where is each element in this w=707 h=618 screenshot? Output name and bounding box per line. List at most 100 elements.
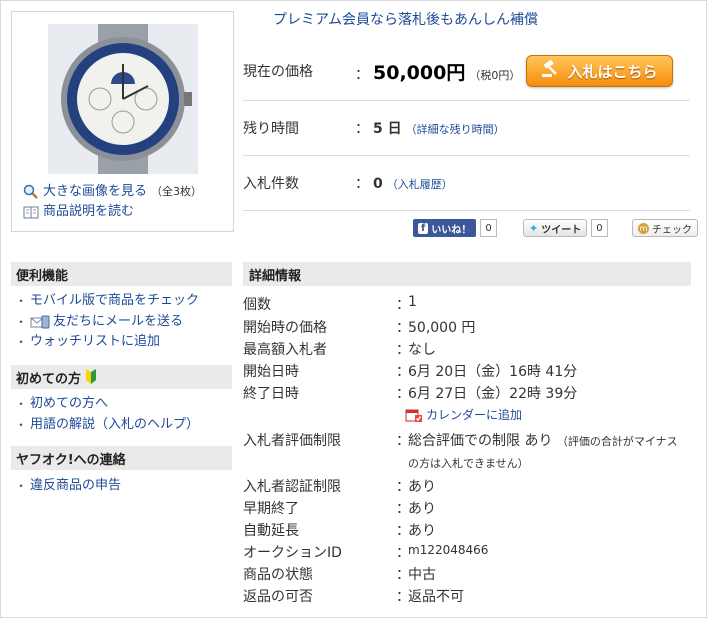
detail-label: 返品の可否 xyxy=(243,589,313,605)
rating-limit-value: 総合評価での制限 あり xyxy=(408,433,553,449)
detail-label: 最高額入札者 xyxy=(243,342,327,358)
bid-count-value: 0 xyxy=(373,176,383,192)
calendar-add-link[interactable]: カレンダーに追加 xyxy=(405,406,522,423)
colon: ： xyxy=(396,501,410,517)
bid-history-link[interactable]: （入札履歴） xyxy=(387,176,453,192)
rating-limit-note-cont: の方は入札できません） xyxy=(408,457,529,470)
calendar-icon xyxy=(405,407,423,423)
detail-value: 6月 20日（金）16時 41分 xyxy=(408,364,578,380)
mixi-icon: m xyxy=(638,222,649,234)
first-time-link[interactable]: 初めての方へ xyxy=(30,394,108,415)
sidebar-item-watchlist[interactable]: ・ ウォッチリストに追加 xyxy=(15,332,199,353)
book-icon xyxy=(23,204,39,220)
colon: ： xyxy=(396,297,410,313)
magnifier-icon xyxy=(23,184,39,200)
read-description-link[interactable]: 商品説明を読む xyxy=(23,202,202,222)
bid-button-label: 入札はこちら xyxy=(567,62,658,81)
detail-value: あり xyxy=(408,523,436,539)
mail-friend-link[interactable]: 友だちにメールを送る xyxy=(53,312,183,333)
mail-icon xyxy=(30,314,50,330)
sidebar-item-first-time[interactable]: ・ 初めての方へ xyxy=(15,394,199,415)
detail-label: 開始日時 xyxy=(243,364,299,380)
auth-limit-link[interactable]: 入札者認証制限 xyxy=(243,476,396,496)
enlarge-image-label[interactable]: 大きな画像を見る xyxy=(43,182,147,202)
image-count: （全3枚） xyxy=(151,185,203,198)
watchlist-add-link[interactable]: ウォッチリストに追加 xyxy=(30,332,160,353)
facebook-like-group: f いいね！ 0 xyxy=(413,219,497,237)
bullet: ・ xyxy=(15,294,28,308)
colon: ： xyxy=(355,66,369,83)
detail-row-highest-bidder: 最高額入札者 ： なし xyxy=(243,339,436,359)
remaining-time-value: 5 日 xyxy=(373,121,402,137)
contact-list: ・ 違反商品の申告 xyxy=(15,476,121,497)
sidebar-item-mail-friend[interactable]: ・ 友だちにメールを送る xyxy=(15,312,199,333)
detail-label: 終了日時 xyxy=(243,386,299,402)
facebook-like-button[interactable]: f いいね！ xyxy=(413,219,477,237)
detail-value: m122048466 xyxy=(408,543,489,557)
detail-value: 1 xyxy=(408,294,417,310)
bullet: ・ xyxy=(15,417,28,432)
detail-row-rating-limit: 入札者評価制限 ： 総合評価での制限 あり （評価の合計がマイナス xyxy=(243,430,678,450)
sidebar-item-mobile[interactable]: ・ モバイル版で商品をチェック xyxy=(15,291,199,312)
item-image-box: 大きな画像を見る （全3枚） 商品説明を読む xyxy=(11,11,234,232)
detail-row-start-price: 開始時の価格 ： 50,000 円 xyxy=(243,317,475,337)
mixi-check-button[interactable]: m チェック xyxy=(632,219,698,237)
tweet-count: 0 xyxy=(591,219,608,237)
detail-row-end-time: 終了日時 ： 6月 27日（金）22時 39分 xyxy=(243,383,577,403)
first-time-list: ・ 初めての方へ ・ 用語の解説（入札のヘルプ） xyxy=(15,394,199,435)
detail-value: 6月 27日（金）22時 39分 xyxy=(408,386,578,402)
glossary-link[interactable]: 用語の解説（入札のヘルプ） xyxy=(30,415,199,436)
convenient-functions-list: ・ モバイル版で商品をチェック ・ 友だちにメールを送る ・ ウォッチリストに追… xyxy=(15,291,199,353)
first-time-header: 初めての方 xyxy=(11,365,232,389)
bid-button[interactable]: 入札はこちら xyxy=(526,55,673,87)
tax-note: （税0円） xyxy=(469,68,521,82)
bullet: ・ xyxy=(15,479,28,493)
colon: ： xyxy=(396,545,410,561)
colon: ： xyxy=(396,433,410,449)
facebook-icon: f xyxy=(418,222,429,234)
report-violation-link[interactable]: 違反商品の申告 xyxy=(30,476,121,497)
sidebar-item-glossary[interactable]: ・ 用語の解説（入札のヘルプ） xyxy=(15,415,199,436)
facebook-like-count: 0 xyxy=(480,219,497,237)
details-header: 詳細情報 xyxy=(243,262,691,286)
detail-value: 返品不可 xyxy=(408,589,464,605)
remaining-time-detail-link[interactable]: （詳細な残り時間） xyxy=(406,121,505,137)
enlarge-image-link[interactable]: 大きな画像を見る （全3枚） xyxy=(23,182,202,202)
detail-row-auth-limit: 入札者認証制限 ： あり xyxy=(243,476,436,496)
detail-label: 開始時の価格 xyxy=(243,320,327,336)
tweet-button[interactable]: ✦ ツイート xyxy=(523,219,588,237)
read-description-label[interactable]: 商品説明を読む xyxy=(43,202,134,222)
premium-member-link[interactable]: プレミアム会員なら落札後もあんしん補償 xyxy=(273,9,538,29)
rating-limit-note: （評価の合計がマイナス xyxy=(556,435,678,448)
convenient-functions-header: 便利機能 xyxy=(11,262,232,286)
mobile-check-link[interactable]: モバイル版で商品をチェック xyxy=(30,291,199,312)
bid-count-row: 入札件数 ： 0 （入札履歴） xyxy=(243,156,690,211)
facebook-like-label: いいね！ xyxy=(431,224,472,236)
detail-label: 早期終了 xyxy=(243,501,299,517)
item-photo[interactable] xyxy=(48,24,198,174)
detail-value: あり xyxy=(408,501,436,517)
colon: ： xyxy=(396,386,410,402)
detail-value: 総合評価での制限 あり （評価の合計がマイナス xyxy=(408,430,678,450)
detail-row-quantity: 個数 ： 1 xyxy=(243,294,417,314)
detail-value: なし xyxy=(408,342,436,358)
current-price-value: 50,000円 xyxy=(373,61,466,84)
colon: ： xyxy=(396,364,410,380)
twitter-bird-icon: ✦ xyxy=(529,221,539,235)
tweet-label: ツイート xyxy=(541,224,582,236)
remaining-time-label: 残り時間 xyxy=(243,121,299,137)
detail-row-returns: 返品の可否 ： 返品不可 xyxy=(243,586,464,606)
detail-row-auction-id: オークションID ： m122048466 xyxy=(243,542,488,562)
detail-label: 商品の状態 xyxy=(243,567,313,583)
rating-limit-link[interactable]: 入札者評価制限 xyxy=(243,430,396,450)
gavel-icon xyxy=(541,59,561,82)
sidebar-item-report[interactable]: ・ 違反商品の申告 xyxy=(15,476,121,497)
colon: ： xyxy=(396,523,410,539)
calendar-add-label[interactable]: カレンダーに追加 xyxy=(426,406,522,423)
detail-row-start-time: 開始日時 ： 6月 20日（金）16時 41分 xyxy=(243,361,577,381)
detail-row-condition: 商品の状態 ： 中古 xyxy=(243,564,436,584)
mixi-check-label: チェック xyxy=(652,224,692,236)
detail-label: オークションID xyxy=(243,545,342,561)
colon: ： xyxy=(396,320,410,336)
bullet: ・ xyxy=(15,335,28,349)
